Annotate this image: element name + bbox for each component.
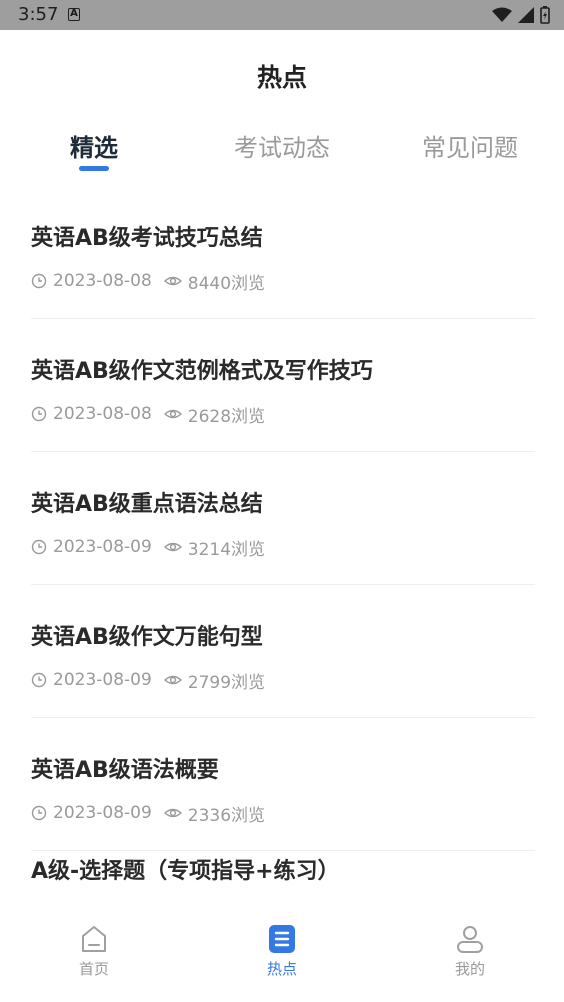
- document-icon: [269, 925, 295, 953]
- article-meta: 2023-08-09 2799浏览: [31, 669, 266, 693]
- article-meta: 2023-08-08 8440浏览: [31, 270, 266, 294]
- article-title: 英语AB级语法概要: [31, 758, 219, 783]
- page-title: 热点: [256, 63, 307, 92]
- wifi-icon: [492, 7, 512, 22]
- nav-hot[interactable]: 热点: [188, 924, 376, 994]
- article-meta: 2023-08-09 3214浏览: [31, 536, 266, 560]
- eye-icon: [163, 675, 182, 685]
- article-date: 2023-08-09: [53, 803, 152, 823]
- home-icon: [82, 926, 106, 952]
- nav-hot-label: 热点: [266, 960, 297, 978]
- notification-a-icon: A: [68, 8, 80, 21]
- clock-icon: [31, 672, 47, 688]
- article-date: 2023-08-08: [53, 271, 152, 291]
- nav-home-label: 首页: [78, 960, 109, 978]
- list-item[interactable]: 英语AB级作文万能句型 2023-08-09 2799浏览: [31, 585, 535, 718]
- nav-profile[interactable]: 我的: [376, 924, 564, 994]
- clock-icon: [31, 273, 47, 289]
- nav-profile-label: 我的: [454, 960, 485, 978]
- list-item[interactable]: 英语AB级语法概要 2023-08-09 2336浏览: [31, 718, 535, 851]
- article-date: 2023-08-09: [53, 537, 152, 557]
- article-views: 2628浏览: [187, 406, 266, 427]
- category-tabs: 精选 考试动态 常见问题: [0, 128, 564, 178]
- article-views: 8440浏览: [187, 273, 266, 294]
- article-list: 英语AB级考试技巧总结 2023-08-08 8440浏览 英语AB级作文范例格…: [31, 186, 535, 984]
- article-views: 3214浏览: [187, 539, 266, 560]
- article-meta: 2023-08-09 2336浏览: [31, 802, 266, 826]
- status-time: 3:57: [18, 4, 59, 25]
- article-date: 2023-08-09: [53, 670, 152, 690]
- tab-featured[interactable]: 精选: [0, 128, 188, 163]
- eye-icon: [163, 409, 182, 419]
- active-tab-indicator: [79, 166, 109, 171]
- clock-icon: [31, 805, 47, 821]
- list-item[interactable]: 英语AB级考试技巧总结 2023-08-08 8440浏览: [31, 186, 535, 319]
- cell-signal-icon: [518, 7, 534, 23]
- article-meta: 2023-08-08 2628浏览: [31, 403, 266, 427]
- eye-icon: [163, 276, 182, 286]
- eye-icon: [163, 542, 182, 552]
- tab-faq[interactable]: 常见问题: [376, 128, 564, 163]
- article-views: 2336浏览: [187, 805, 266, 826]
- clock-icon: [31, 539, 47, 555]
- article-title: A级-选择题（专项指导+练习）: [31, 859, 340, 884]
- article-title: 英语AB级重点语法总结: [31, 492, 263, 517]
- status-icons: [492, 6, 550, 24]
- bottom-nav: 首页 热点 我的: [0, 912, 564, 1002]
- list-item[interactable]: 英语AB级作文范例格式及写作技巧 2023-08-08 2628浏览: [31, 319, 535, 452]
- tab-exam-news[interactable]: 考试动态: [188, 128, 376, 163]
- battery-icon: [540, 6, 550, 24]
- list-item[interactable]: 英语AB级重点语法总结 2023-08-09 3214浏览: [31, 452, 535, 585]
- article-title: 英语AB级考试技巧总结: [31, 226, 263, 251]
- nav-home[interactable]: 首页: [0, 924, 188, 994]
- clock-icon: [31, 406, 47, 422]
- eye-icon: [163, 808, 182, 818]
- status-bar: 3:57 A: [0, 0, 564, 30]
- profile-icon: [457, 926, 483, 953]
- article-date: 2023-08-08: [53, 404, 152, 424]
- article-title: 英语AB级作文范例格式及写作技巧: [31, 359, 373, 384]
- article-views: 2799浏览: [187, 672, 266, 693]
- article-title: 英语AB级作文万能句型: [31, 625, 263, 650]
